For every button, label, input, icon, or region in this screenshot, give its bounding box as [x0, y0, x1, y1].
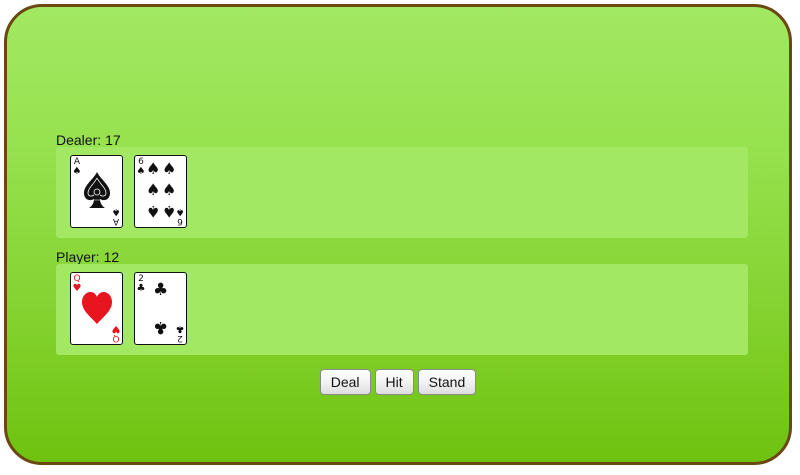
card-rank: 6	[177, 216, 183, 226]
controls-bar: Deal Hit Stand	[7, 369, 789, 395]
card-rank: A	[112, 216, 120, 226]
card-queen-of-hearts: Q ♥ Q ♥	[70, 272, 123, 345]
deal-button[interactable]: Deal	[319, 369, 371, 395]
game-table: Dealer: 17 A ♠ A ♠ 6 ♠ ♠ ♠ ♠ ♠ ♠ ♠ 6 ♠ P…	[4, 4, 792, 465]
player-hand: Q ♥ Q ♥ 2 ♣ ♣ ♣ 2 ♣	[56, 264, 748, 355]
player-score: 12	[103, 249, 120, 265]
card-corner: A ♠	[111, 206, 121, 226]
club-icon: ♣	[175, 323, 185, 334]
card-rank: 2	[177, 333, 183, 343]
player-label-text: Player:	[56, 249, 100, 265]
card-corner: 6 ♠	[136, 158, 146, 177]
club-icon: ♣	[153, 317, 169, 337]
dealer-hand: A ♠ A ♠ 6 ♠ ♠ ♠ ♠ ♠ ♠ ♠ 6 ♠	[56, 147, 748, 238]
club-icon: ♣	[153, 280, 169, 300]
stand-button[interactable]: Stand	[417, 369, 477, 395]
player-label: Player: 12	[56, 249, 119, 265]
dealer-label-text: Dealer:	[56, 132, 102, 148]
card-two-of-clubs: 2 ♣ ♣ ♣ 2 ♣	[134, 272, 187, 345]
dealer-score: 17	[105, 132, 121, 148]
spade-icon: ♠	[146, 202, 161, 221]
heart-icon	[81, 291, 113, 325]
dealer-label: Dealer: 17	[56, 132, 121, 148]
card-corner: 2 ♣	[175, 323, 185, 343]
heart-icon: ♥	[111, 323, 121, 334]
card-corner: A ♠	[72, 158, 82, 177]
spade-icon: ♠	[72, 166, 82, 177]
card-rank: Q	[112, 333, 120, 343]
spade-icon: ♠	[146, 159, 161, 178]
hit-button[interactable]: Hit	[374, 369, 414, 395]
spade-icon: ♠	[162, 180, 177, 199]
card-ace-of-spades: A ♠ A ♠	[70, 155, 123, 228]
spade-icon: ♠	[111, 206, 121, 217]
spade-icon	[82, 170, 112, 212]
spade-icon: ♠	[162, 159, 177, 178]
card-corner: 6 ♠	[175, 206, 185, 226]
spade-icon: ♠	[146, 180, 161, 199]
card-corner: 2 ♣	[136, 275, 146, 294]
club-icon: ♣	[136, 283, 146, 294]
spade-icon: ♠	[175, 206, 185, 217]
spade-icon: ♠	[136, 166, 146, 177]
card-corner: Q ♥	[111, 323, 121, 343]
card-six-of-spades: 6 ♠ ♠ ♠ ♠ ♠ ♠ ♠ 6 ♠	[134, 155, 187, 228]
